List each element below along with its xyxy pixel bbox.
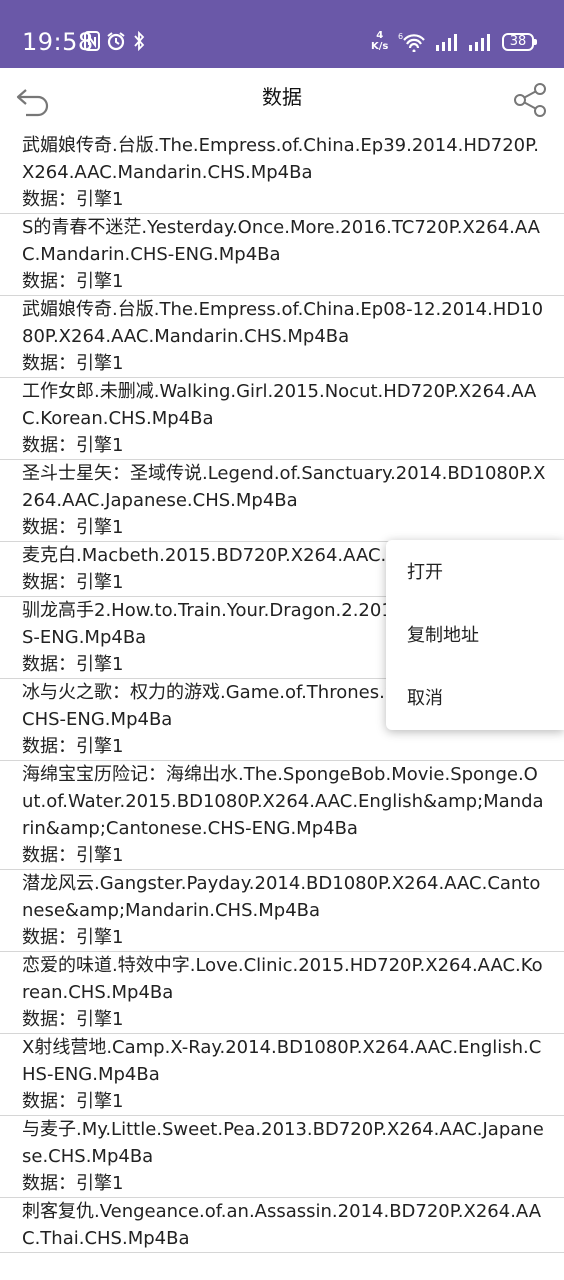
clock: 19:58 [22, 28, 94, 56]
list-item[interactable]: 恋爱的味道.特效中字.Love.Clinic.2015.HD720P.X264.… [0, 952, 564, 1034]
item-source: 数据：引擎1 [22, 1173, 124, 1194]
item-source: 数据：引擎1 [22, 1091, 124, 1112]
signal-icon-1 [436, 34, 457, 51]
network-speed: 4 K/s [371, 30, 388, 52]
item-source: 数据：引擎1 [22, 845, 124, 866]
battery-icon: 38 [502, 33, 537, 51]
list-item[interactable]: 与麦子.My.Little.Sweet.Pea.2013.BD720P.X264… [0, 1116, 564, 1198]
net-speed-unit: K/s [371, 41, 389, 52]
item-source: 数据：引擎1 [22, 189, 124, 210]
menu-copy-address[interactable]: 复制地址 [386, 603, 564, 666]
item-source: 数据：引擎1 [22, 353, 124, 374]
context-menu: 打开 复制地址 取消 [386, 540, 564, 730]
menu-cancel[interactable]: 取消 [386, 666, 564, 729]
item-source: 数据：引擎1 [22, 435, 124, 456]
item-title: 恋爱的味道.特效中字.Love.Clinic.2015.HD720P.X264.… [22, 955, 543, 1003]
item-title: 圣斗士星矢：圣域传说.Legend.of.Sanctuary.2014.BD10… [22, 463, 546, 511]
item-title: 工作女郎.未删减.Walking.Girl.2015.Nocut.HD720P.… [22, 381, 537, 429]
page-title: 数据 [262, 85, 302, 109]
item-title: X射线营地.Camp.X-Ray.2014.BD1080P.X264.AAC.E… [22, 1037, 542, 1085]
item-source: 数据：引擎1 [22, 927, 124, 948]
svg-text:6: 6 [398, 32, 403, 41]
signal-icon-2 [469, 34, 490, 51]
item-title: S的青春不迷茫.Yesterday.Once.More.2016.TC720P.… [22, 217, 541, 265]
list-item[interactable]: X射线营地.Camp.X-Ray.2014.BD1080P.X264.AAC.E… [0, 1034, 564, 1116]
item-source: 数据：引擎1 [22, 271, 124, 292]
list-item[interactable]: S的青春不迷茫.Yesterday.Once.More.2016.TC720P.… [0, 214, 564, 296]
list-item[interactable]: 海绵宝宝历险记：海绵出水.The.SpongeBob.Movie.Sponge.… [0, 761, 564, 870]
item-title: 武媚娘传奇.台版.The.Empress.of.China.Ep08-12.20… [22, 299, 544, 347]
alarm-icon [107, 32, 125, 51]
list-item[interactable]: 武媚娘传奇.台版.The.Empress.of.China.Ep08-12.20… [0, 296, 564, 378]
item-title: 武媚娘传奇.台版.The.Empress.of.China.Ep39.2014.… [22, 135, 539, 183]
item-title: 刺客复仇.Vengeance.of.an.Assassin.2014.BD720… [22, 1201, 542, 1249]
item-source: 数据：引擎1 [22, 517, 124, 538]
nfc-icon [84, 31, 100, 51]
item-title: 与麦子.My.Little.Sweet.Pea.2013.BD720P.X264… [22, 1119, 544, 1167]
list-item[interactable]: 工作女郎.未删减.Walking.Girl.2015.Nocut.HD720P.… [0, 378, 564, 460]
list-item[interactable]: 武媚娘传奇.台版.The.Empress.of.China.Ep39.2014.… [0, 132, 564, 214]
item-title: 海绵宝宝历险记：海绵出水.The.SpongeBob.Movie.Sponge.… [22, 764, 544, 839]
share-icon[interactable] [510, 82, 550, 118]
wifi-icon: 6 [398, 32, 425, 52]
bluetooth-icon [134, 31, 145, 51]
app-toolbar: 数据 [0, 68, 564, 132]
menu-open[interactable]: 打开 [386, 540, 564, 603]
list-item[interactable]: 刺客复仇.Vengeance.of.an.Assassin.2014.BD720… [0, 1198, 564, 1253]
item-source: 数据：引擎1 [22, 736, 124, 757]
net-speed-value: 4 [376, 30, 384, 41]
list-item[interactable]: 圣斗士星矢：圣域传说.Legend.of.Sanctuary.2014.BD10… [0, 460, 564, 542]
list-item[interactable]: 潜龙风云.Gangster.Payday.2014.BD1080P.X264.A… [0, 870, 564, 952]
item-title: 潜龙风云.Gangster.Payday.2014.BD1080P.X264.A… [22, 873, 541, 921]
item-source: 数据：引擎1 [22, 1009, 124, 1030]
